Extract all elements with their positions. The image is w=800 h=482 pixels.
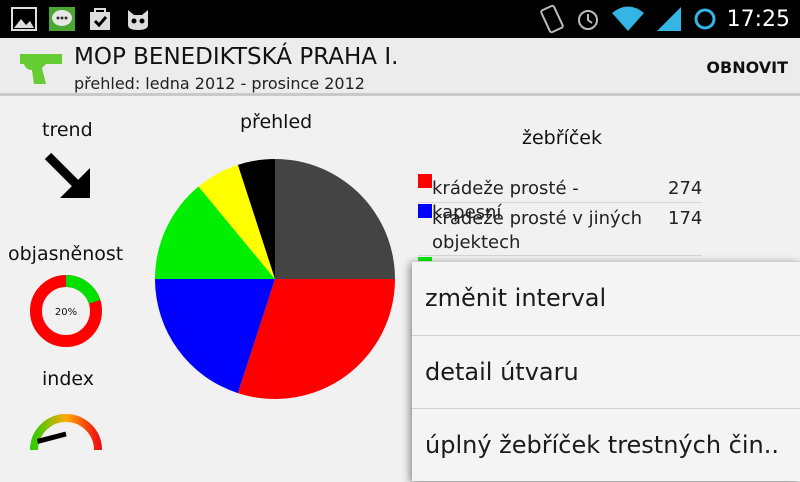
alarm-icon xyxy=(577,10,598,30)
index-gauge xyxy=(30,414,102,451)
menu-item-change-interval[interactable]: změnit interval xyxy=(412,262,800,335)
ladder-label: žebříček xyxy=(522,127,602,149)
clock: 17:25 xyxy=(726,6,790,32)
page-title: MOP BENEDIKTSKÁ PRAHA I. xyxy=(74,44,399,70)
arrow-down-right-icon xyxy=(44,152,90,198)
clearance-value: 20% xyxy=(55,307,77,318)
page-subtitle: přehled: ledna 2012 - prosince 2012 xyxy=(74,74,365,93)
pie-slice xyxy=(275,159,395,279)
image-icon xyxy=(11,7,37,31)
cat-icon xyxy=(128,10,148,30)
status-bar: 17:25 xyxy=(0,0,800,38)
menu-item-full-crime-ladder[interactable]: úplný žebříček trestných čin.. xyxy=(412,409,800,482)
ladder-divider xyxy=(418,202,702,203)
pistol-icon[interactable] xyxy=(16,48,68,88)
sync-icon xyxy=(694,8,716,30)
index-label: index xyxy=(42,368,94,390)
overview-label: přehled xyxy=(240,111,313,133)
action-bar: MOP BENEDIKTSKÁ PRAHA I. přehled: ledna … xyxy=(0,38,800,96)
menu-item-unit-detail[interactable]: detail útvaru xyxy=(412,336,800,409)
signal-icon xyxy=(656,7,681,31)
overview-pie-chart xyxy=(155,159,396,399)
ladder-swatch-0 xyxy=(418,174,432,188)
clearance-donut: 20% xyxy=(30,275,102,347)
overflow-menu: změnit interval detail útvaru úplný žebř… xyxy=(412,261,800,481)
rotation-lock-icon xyxy=(539,4,564,34)
refresh-button[interactable]: OBNOVIT xyxy=(706,58,788,77)
ladder-item-count-0: 274 xyxy=(668,178,703,199)
checked-bag-icon xyxy=(90,8,110,30)
ladder-item-count-1: 174 xyxy=(668,208,703,229)
ladder-swatch-1 xyxy=(418,204,432,218)
ladder-divider xyxy=(418,255,702,256)
clearance-label: objasněnost xyxy=(8,243,124,265)
ladder-item-name-1: krádeže prosté v jiných objektech xyxy=(432,208,643,253)
trend-label: trend xyxy=(42,119,93,141)
wifi-icon xyxy=(611,6,644,31)
chat-bubble-icon xyxy=(49,7,75,31)
